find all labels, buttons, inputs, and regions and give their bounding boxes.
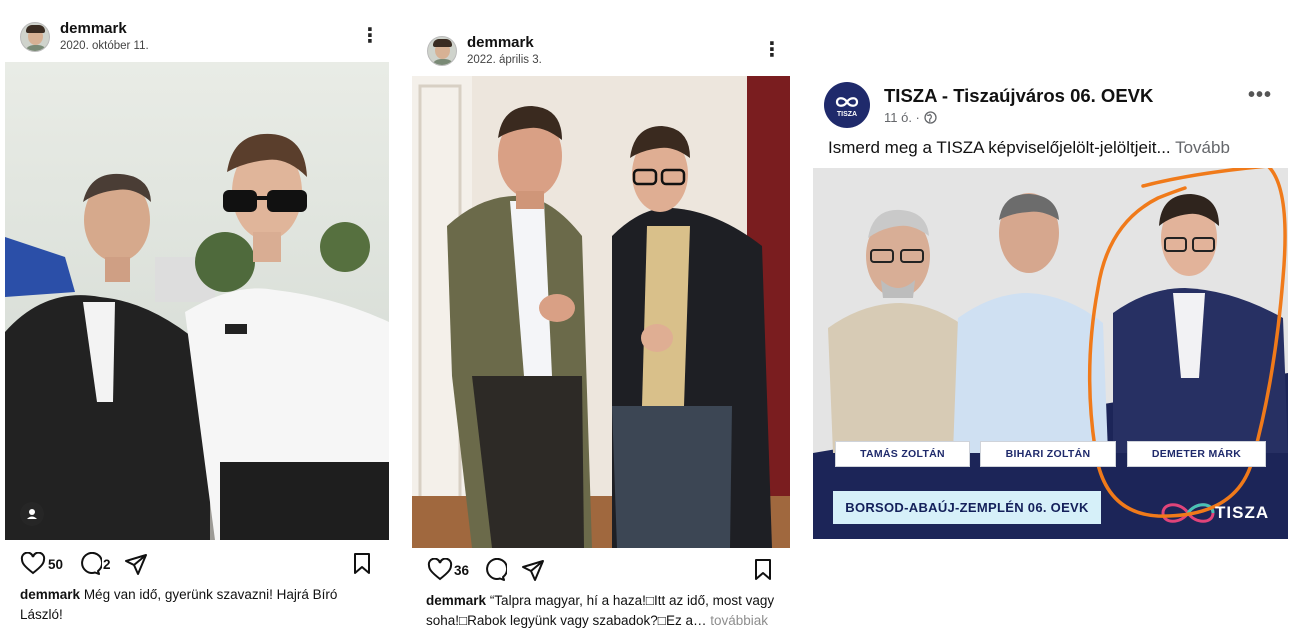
comment-icon[interactable] xyxy=(483,558,507,582)
page-name[interactable]: TISZA - Tiszaújváros 06. OEVK xyxy=(884,85,1153,107)
facebook-post: TISZA TISZA - Tiszaújváros 06. OEVK 11 ó… xyxy=(808,0,1293,642)
bookmark-icon[interactable] xyxy=(753,558,773,582)
instagram-post-1: demmark 2020. október 11. ⋮ 50 2 demmark… xyxy=(0,0,395,642)
username[interactable]: demmark xyxy=(60,20,127,37)
like-count: 50 xyxy=(48,557,64,572)
heart-icon[interactable] xyxy=(20,552,46,576)
instagram-post-2: demmark 2022. április 3. ⋮ 36 demmark “T… xyxy=(405,0,795,642)
kebab-icon[interactable]: ⋮ xyxy=(360,26,380,46)
district-label: BORSOD-ABAÚJ-ZEMPLÉN 06. OEVK xyxy=(833,491,1101,524)
page-logo[interactable]: TISZA xyxy=(824,82,870,128)
avatar[interactable] xyxy=(20,22,50,52)
globe-icon xyxy=(923,111,937,124)
share-icon[interactable] xyxy=(124,552,148,576)
caption-text-line-2: László! xyxy=(20,607,63,622)
more-options-icon[interactable]: ••• xyxy=(1248,84,1272,107)
share-icon[interactable] xyxy=(521,558,545,582)
caption-username[interactable]: demmark xyxy=(20,587,80,602)
post-photo xyxy=(412,76,790,548)
caption-text-line-2: soha!□Rabok legyünk vagy szabadok?□Ez a… xyxy=(426,613,707,628)
post-date: 2020. október 11. xyxy=(60,40,149,52)
caption: demmark “Talpra magyar, hí a haza!□Itt a… xyxy=(426,591,796,631)
candidate-name-1: TAMÁS ZOLTÁN xyxy=(835,441,970,467)
avatar[interactable] xyxy=(427,36,457,66)
candidate-name-3: DEMETER MÁRK xyxy=(1127,441,1266,467)
caption-username[interactable]: demmark xyxy=(426,593,486,608)
kebab-icon[interactable]: ⋮ xyxy=(762,40,782,60)
candidate-name-2: BIHARI ZOLTÁN xyxy=(980,441,1116,467)
comment-icon[interactable] xyxy=(78,552,102,576)
see-more-link[interactable]: Tovább xyxy=(1175,138,1230,157)
username[interactable]: demmark xyxy=(467,34,534,51)
post-photo xyxy=(5,62,389,540)
caption: demmark Még van idő, gyerünk szavazni! H… xyxy=(20,585,390,625)
campaign-image: TAMÁS ZOLTÁN BIHARI ZOLTÁN DEMETER MÁRK … xyxy=(813,168,1288,539)
post-text: Ismerd meg a TISZA képviselőjelölt-jelöl… xyxy=(828,138,1230,157)
infinity-icon xyxy=(835,97,859,107)
more-link[interactable]: továbbiak xyxy=(710,613,768,628)
like-count: 36 xyxy=(454,563,470,578)
caption-text: Még van idő, gyerünk szavazni! Hajrá Bír… xyxy=(83,587,338,602)
post-time: 11 ó. · xyxy=(884,110,937,125)
comment-count: 2 xyxy=(103,557,111,572)
bookmark-icon[interactable] xyxy=(352,552,372,576)
user-tag-icon[interactable] xyxy=(20,502,44,526)
heart-icon[interactable] xyxy=(427,558,453,582)
caption-text: “Talpra magyar, hí a haza!□Itt az idő, m… xyxy=(489,593,775,608)
post-date: 2022. április 3. xyxy=(467,54,542,66)
brand-wordmark: TISZA xyxy=(1215,503,1270,522)
